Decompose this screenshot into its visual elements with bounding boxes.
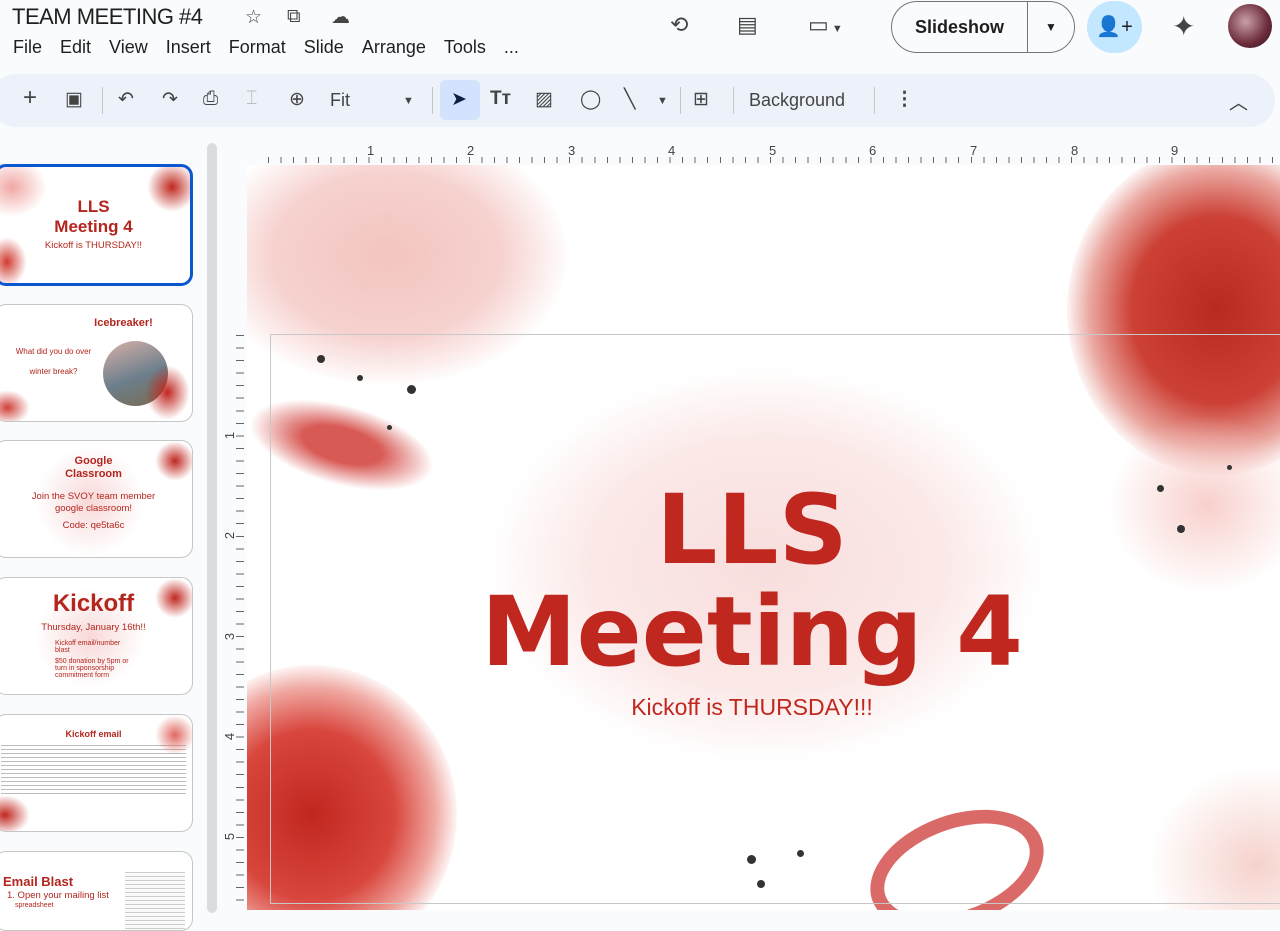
menu-file[interactable]: File (13, 37, 42, 58)
slide-thumbnail-6[interactable]: Email Blast 1. Open your mailing list sp… (0, 851, 193, 931)
image-icon[interactable]: ▨ (535, 88, 553, 111)
version-history-icon[interactable]: ⟲ (670, 12, 688, 38)
thumb-text: spreadsheet (15, 902, 54, 909)
thumb-title: Email Blast (3, 874, 74, 889)
slide-title-line2: Meeting 4 (481, 576, 1023, 688)
menu-more[interactable]: ... (504, 37, 519, 58)
menu-arrange[interactable]: Arrange (362, 37, 426, 58)
slide-thumbnail-4[interactable]: Kickoff Thursday, January 16th!! Kickoff… (0, 577, 193, 695)
slideshow-button[interactable]: Slideshow ▼ (891, 1, 1075, 53)
vertical-ruler[interactable] (236, 335, 244, 905)
document-title[interactable]: TEAM MEETING #4 (12, 4, 203, 30)
title-text-box[interactable]: LLS Meeting 4 (247, 482, 1257, 680)
thumb-body-text (1, 745, 186, 795)
slide-thumbnail-5[interactable]: Kickoff email (0, 714, 193, 832)
slide-subtitle[interactable]: Kickoff is THURSDAY!!! (247, 694, 1257, 721)
ruler-label: 1 (222, 431, 238, 440)
ruler-label: 9 (1171, 143, 1179, 158)
divider (874, 87, 875, 114)
ruler-label: 5 (222, 832, 238, 841)
cursor-icon[interactable]: ➤ (451, 88, 467, 111)
ruler-label: 4 (668, 143, 676, 158)
ruler-label: 3 (222, 632, 238, 641)
new-slide-icon[interactable]: + (23, 84, 37, 112)
undo-icon[interactable]: ↶ (118, 88, 134, 111)
star-icon[interactable]: ☆ (245, 6, 262, 29)
slideshow-dropdown-icon[interactable]: ▼ (1028, 20, 1074, 34)
move-folder-icon[interactable]: ⧉ (287, 6, 301, 28)
slide-thumbnail-1[interactable]: LLS Meeting 4 Kickoff is THURSDAY!! (0, 164, 193, 286)
ruler-label: 5 (769, 143, 777, 158)
thumb-title: Icebreaker! (94, 317, 153, 329)
share-button[interactable]: 👤+ (1087, 1, 1142, 53)
text-box-icon[interactable]: Tт (490, 88, 511, 110)
thumb-bullet: Kickoff email/number blast (55, 640, 121, 654)
comments-icon[interactable]: ▤ (737, 12, 758, 38)
ruler-label: 4 (222, 732, 238, 741)
cloud-saved-icon[interactable]: ☁ (331, 6, 350, 29)
ruler-label: 8 (1071, 143, 1079, 158)
thumb-subtitle: Kickoff is THURSDAY!! (44, 240, 143, 251)
line-dropdown-icon[interactable]: ▼ (657, 95, 668, 107)
thumb-text: 1. Open your mailing list (7, 890, 109, 901)
thumb-text: Join the SVOY team member (31, 491, 156, 502)
thumb-bullet: $50 donation by 5pm or turn in sponsorsh… (55, 658, 129, 679)
slide-title-line1: LLS (656, 474, 848, 586)
slide-thumbnail-2[interactable]: Icebreaker! What did you do over winter … (0, 304, 193, 422)
toolbar (0, 74, 1275, 127)
zoom-select[interactable]: Fit (330, 90, 350, 111)
menu-bar: File Edit View Insert Format Slide Arran… (13, 37, 537, 58)
layout-icon[interactable]: ▣ (65, 88, 83, 111)
thumb-text: google classroom! (54, 503, 133, 514)
ruler-label: 2 (467, 143, 475, 158)
line-icon[interactable]: ╲ (624, 88, 635, 111)
thumb-text: Code: qe5ta6c (62, 520, 125, 531)
zoom-icon[interactable]: ⊕ (289, 88, 305, 111)
divider (102, 87, 103, 114)
more-options-icon[interactable]: ⋮ (895, 88, 914, 111)
thumb-title: LLS (77, 197, 110, 216)
add-person-icon: 👤+ (1096, 16, 1133, 38)
shape-icon[interactable]: ◯ (580, 88, 601, 111)
avatar[interactable] (1228, 4, 1272, 48)
slide-thumbnail-3[interactable]: Google Classroom Join the SVOY team memb… (0, 440, 193, 558)
print-icon[interactable]: ⎙ (203, 88, 218, 110)
add-comment-icon[interactable]: ⊞ (693, 88, 709, 111)
collapse-toolbar-icon[interactable]: ︿ (1229, 88, 1248, 115)
thumb-title: Meeting 4 (54, 217, 133, 236)
ruler-label: 3 (568, 143, 576, 158)
gemini-sparkle-icon[interactable]: ✦ (1172, 10, 1195, 43)
menu-view[interactable]: View (109, 37, 148, 58)
slideshow-label[interactable]: Slideshow (892, 2, 1028, 52)
background-button[interactable]: Background (749, 90, 845, 111)
divider (432, 87, 433, 114)
zoom-dropdown-icon[interactable]: ▼ (403, 95, 414, 107)
redo-icon[interactable]: ↷ (162, 88, 178, 111)
divider (680, 87, 681, 114)
menu-format[interactable]: Format (229, 37, 286, 58)
meet-video-icon[interactable]: ▭ ▼ (808, 12, 843, 38)
thumb-text: Thursday, January 16th!! (41, 622, 146, 633)
divider (733, 87, 734, 114)
menu-slide[interactable]: Slide (304, 37, 344, 58)
ruler-label: 6 (869, 143, 877, 158)
ruler-label: 1 (367, 143, 375, 158)
filmstrip-scrollbar[interactable] (207, 143, 217, 913)
paint-format-icon[interactable]: ⌶ (246, 88, 257, 110)
menu-tools[interactable]: Tools (444, 37, 486, 58)
ruler-label: 7 (970, 143, 978, 158)
ruler-label: 2 (222, 531, 238, 540)
menu-insert[interactable]: Insert (166, 37, 211, 58)
menu-edit[interactable]: Edit (60, 37, 91, 58)
